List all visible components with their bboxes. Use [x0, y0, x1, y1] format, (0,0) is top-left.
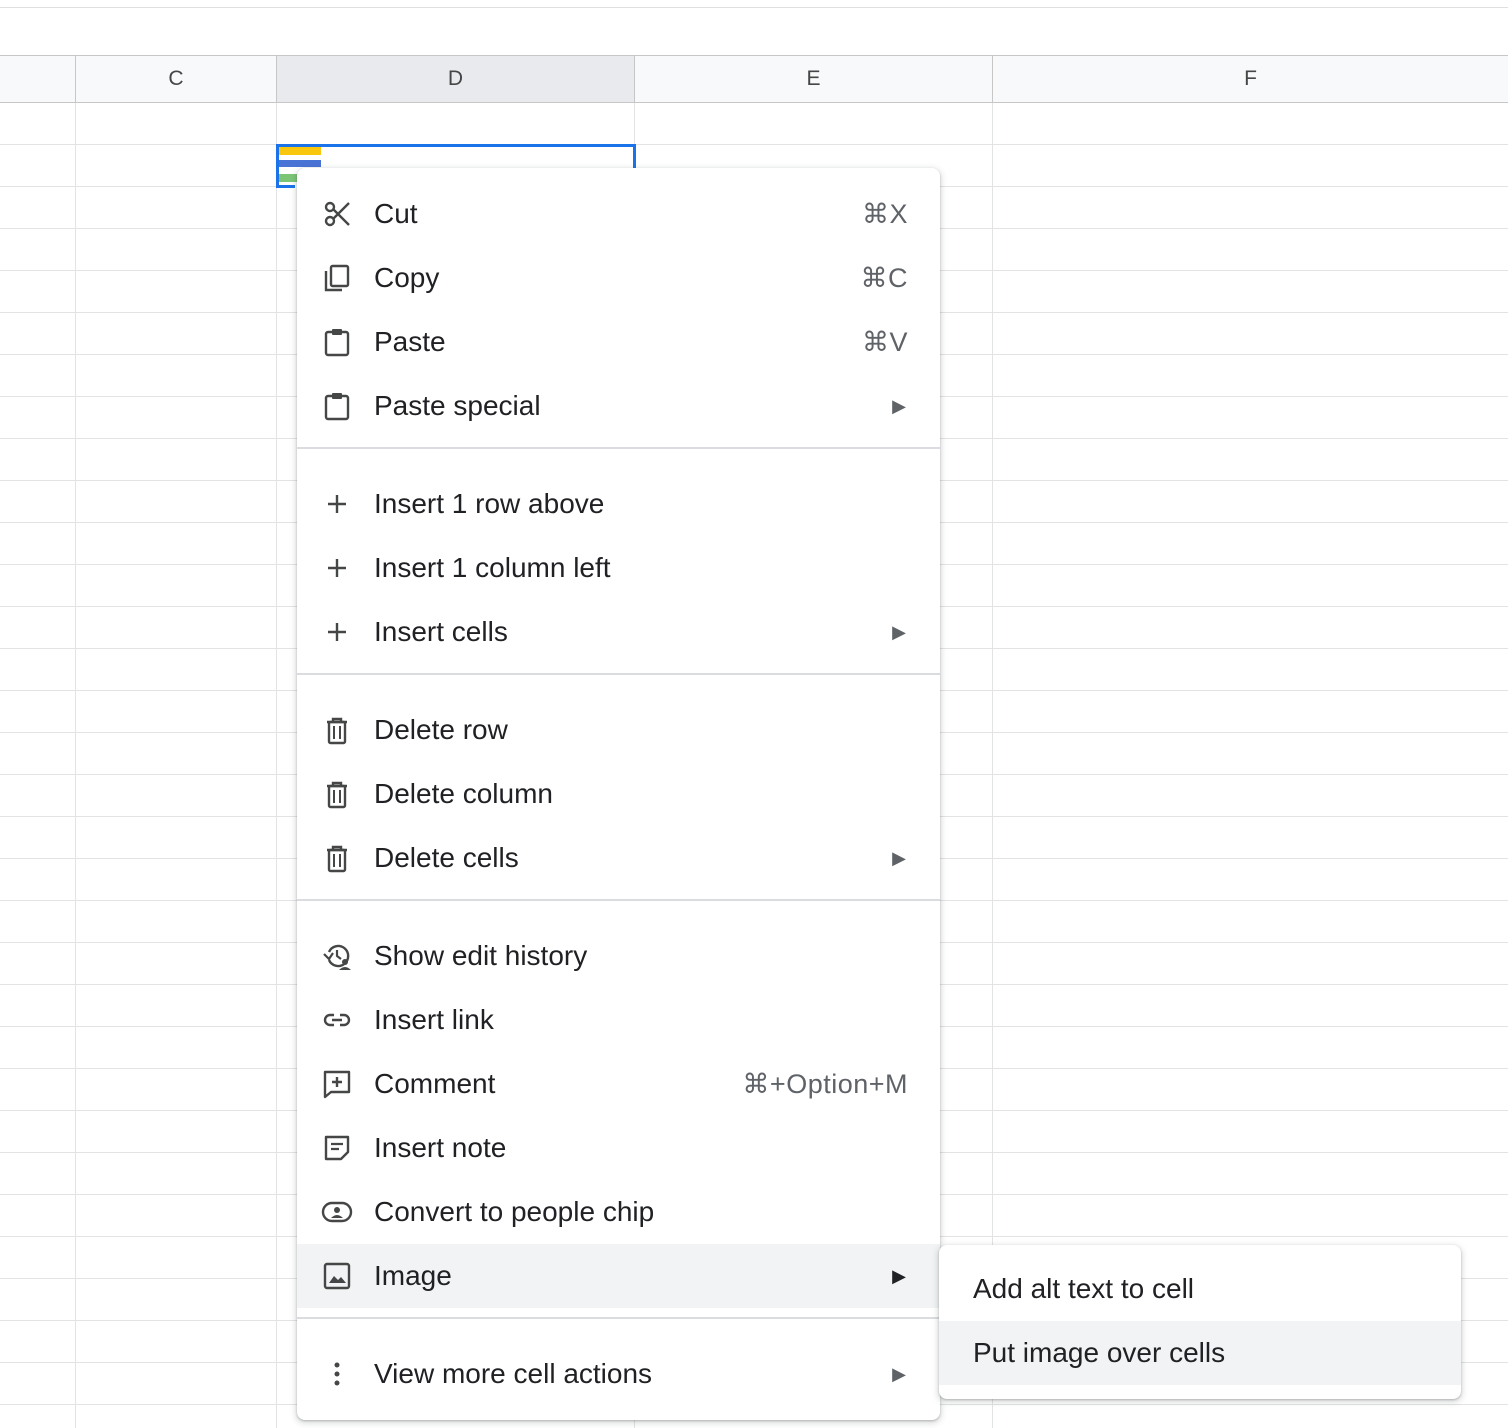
keyboard-shortcut: ⌘+Option+M: [742, 1068, 908, 1099]
menu-separator: [297, 673, 940, 675]
menu-item-delete-cells[interactable]: Delete cells ▶: [297, 826, 940, 890]
menu-item-view-more-cell-actions[interactable]: View more cell actions ▶: [297, 1342, 940, 1406]
submenu-arrow-icon: ▶: [892, 847, 906, 868]
clipboard-icon: [321, 326, 353, 358]
menu-item-label: Delete row: [374, 714, 508, 745]
plus-icon: [321, 616, 353, 648]
menu-item-insert-1-row-above[interactable]: Insert 1 row above: [297, 472, 940, 536]
keyboard-shortcut: ⌘V: [861, 326, 908, 357]
menu-item-label: Insert cells: [374, 616, 508, 647]
column-header-c[interactable]: C: [76, 56, 277, 102]
menu-item-label: Delete cells: [374, 842, 519, 873]
keyboard-shortcut: ⌘C: [860, 262, 908, 293]
menu-item-label: Cut: [374, 198, 418, 229]
submenu-arrow-icon: ▶: [892, 1363, 906, 1384]
note-icon: [321, 1132, 353, 1164]
submenu-arrow-icon: ▶: [892, 395, 906, 416]
scissors-icon: [321, 198, 353, 230]
link-icon: [321, 1004, 353, 1036]
menu-item-insert-cells[interactable]: Insert cells ▶: [297, 600, 940, 664]
people-chip-icon: [321, 1196, 353, 1228]
menu-item-copy[interactable]: Copy ⌘C: [297, 246, 940, 310]
menu-item-label: Comment: [374, 1068, 496, 1099]
menu-item-convert-to-people-chip[interactable]: Convert to people chip: [297, 1180, 940, 1244]
plus-icon: [321, 488, 353, 520]
menu-item-insert-note[interactable]: Insert note: [297, 1116, 940, 1180]
toolbar-area: [0, 0, 1508, 56]
menu-item-label: Copy: [374, 262, 440, 293]
menu-item-show-edit-history[interactable]: Show edit history: [297, 924, 940, 988]
clipboard-icon: [321, 390, 353, 422]
row-header-corner: [0, 56, 76, 102]
plus-icon: [321, 552, 353, 584]
menu-separator: [297, 1317, 940, 1319]
menu-item-paste-special[interactable]: Paste special ▶: [297, 374, 940, 438]
history-icon: [321, 940, 353, 972]
menu-separator: [297, 899, 940, 901]
submenu-item-label: Add alt text to cell: [973, 1273, 1195, 1304]
copy-icon: [321, 262, 353, 294]
column-header-f[interactable]: F: [993, 56, 1508, 102]
menu-item-comment[interactable]: Comment ⌘+Option+M: [297, 1052, 940, 1116]
menu-item-cut[interactable]: Cut ⌘X: [297, 182, 940, 246]
menu-item-label: Paste: [374, 326, 446, 357]
submenu-item-label: Put image over cells: [973, 1337, 1226, 1368]
trash-icon: [321, 778, 353, 810]
image-icon: [321, 1260, 353, 1292]
menu-item-label: Insert link: [374, 1004, 494, 1035]
menu-item-insert-link[interactable]: Insert link: [297, 988, 940, 1052]
more-vert-icon: [321, 1358, 353, 1390]
menu-item-label: Delete column: [374, 778, 553, 809]
menu-item-label: View more cell actions: [374, 1358, 653, 1389]
menu-separator: [297, 447, 940, 449]
menu-item-delete-column[interactable]: Delete column: [297, 762, 940, 826]
submenu-arrow-icon: ▶: [892, 621, 906, 642]
submenu-item-put-image-over-cells[interactable]: Put image over cells: [939, 1321, 1461, 1385]
menu-item-label: Image: [374, 1260, 452, 1291]
menu-item-label: Insert 1 row above: [374, 488, 605, 519]
submenu-item-add-alt-text-to-cell[interactable]: Add alt text to cell: [939, 1257, 1461, 1321]
column-header-d[interactable]: D: [277, 56, 635, 102]
image-submenu: Add alt text to cell Put image over cells: [939, 1245, 1461, 1399]
menu-item-label: Show edit history: [374, 940, 588, 971]
menu-item-label: Convert to people chip: [374, 1196, 655, 1227]
comment-icon: [321, 1068, 353, 1100]
submenu-arrow-icon: ▶: [892, 1265, 906, 1286]
trash-icon: [321, 842, 353, 874]
menu-item-image[interactable]: Image ▶: [297, 1244, 940, 1308]
column-header-e[interactable]: E: [635, 56, 993, 102]
keyboard-shortcut: ⌘X: [861, 198, 908, 229]
menu-item-label: Paste special: [374, 390, 541, 421]
menu-item-label: Insert 1 column left: [374, 552, 611, 583]
menu-item-delete-row[interactable]: Delete row: [297, 698, 940, 762]
trash-icon: [321, 714, 353, 746]
context-menu: Cut ⌘X Copy ⌘C Paste ⌘V Paste special ▶ Insert 1…: [297, 168, 940, 1420]
menu-item-insert-1-column-left[interactable]: Insert 1 column left: [297, 536, 940, 600]
menu-item-paste[interactable]: Paste ⌘V: [297, 310, 940, 374]
menu-item-label: Insert note: [374, 1132, 507, 1163]
column-header-row: C D E F: [0, 55, 1508, 103]
